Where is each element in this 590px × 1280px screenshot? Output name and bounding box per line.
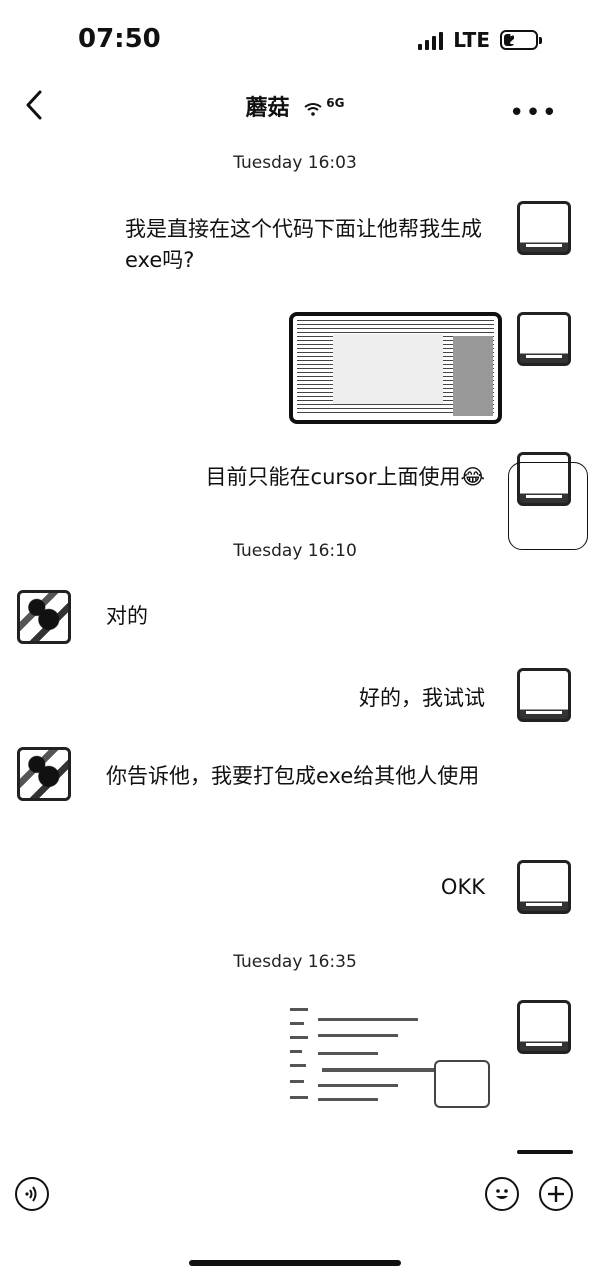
- timestamp: Tuesday 16:10: [233, 541, 357, 561]
- avatar[interactable]: [517, 1000, 571, 1054]
- message-text[interactable]: 好的，我试试: [200, 683, 485, 714]
- emoji-icon[interactable]: [485, 1177, 519, 1211]
- home-indicator[interactable]: [189, 1260, 401, 1266]
- battery-level: 29: [509, 32, 529, 48]
- battery-icon: 29: [500, 30, 542, 50]
- more-icon[interactable]: •••: [509, 98, 558, 128]
- image-message[interactable]: [289, 312, 502, 424]
- image-message[interactable]: [282, 1000, 494, 1112]
- avatar[interactable]: [517, 860, 571, 914]
- avatar[interactable]: [17, 747, 71, 801]
- network-type: LTE: [453, 28, 490, 52]
- contact-name: 蘑菇: [245, 96, 290, 121]
- plus-icon[interactable]: [539, 1177, 573, 1211]
- avatar[interactable]: [17, 590, 71, 644]
- timestamp: Tuesday 16:35: [233, 952, 357, 972]
- network-badge: 6G: [326, 95, 345, 110]
- wifi-icon: [304, 103, 322, 116]
- message-text[interactable]: 我是直接在这个代码下面让他帮我生成exe吗?: [125, 214, 495, 276]
- status-time: 07:50: [78, 24, 161, 54]
- signal-icon: [418, 30, 444, 50]
- voice-icon[interactable]: [15, 1177, 49, 1211]
- avatar-highlight: [508, 462, 588, 550]
- avatar-edge: [517, 1150, 573, 1154]
- message-text[interactable]: 对的: [106, 601, 406, 632]
- message-text[interactable]: OKK: [300, 872, 485, 903]
- chat-title: 蘑菇 6G: [0, 90, 590, 122]
- avatar[interactable]: [517, 201, 571, 255]
- timestamp: Tuesday 16:03: [233, 153, 357, 173]
- message-text[interactable]: 你告诉他，我要打包成exe给其他人使用: [106, 761, 491, 792]
- message-text[interactable]: 目前只能在cursor上面使用😂: [140, 462, 485, 493]
- avatar[interactable]: [517, 668, 571, 722]
- status-indicators: LTE 29: [418, 28, 542, 52]
- avatar[interactable]: [517, 312, 571, 366]
